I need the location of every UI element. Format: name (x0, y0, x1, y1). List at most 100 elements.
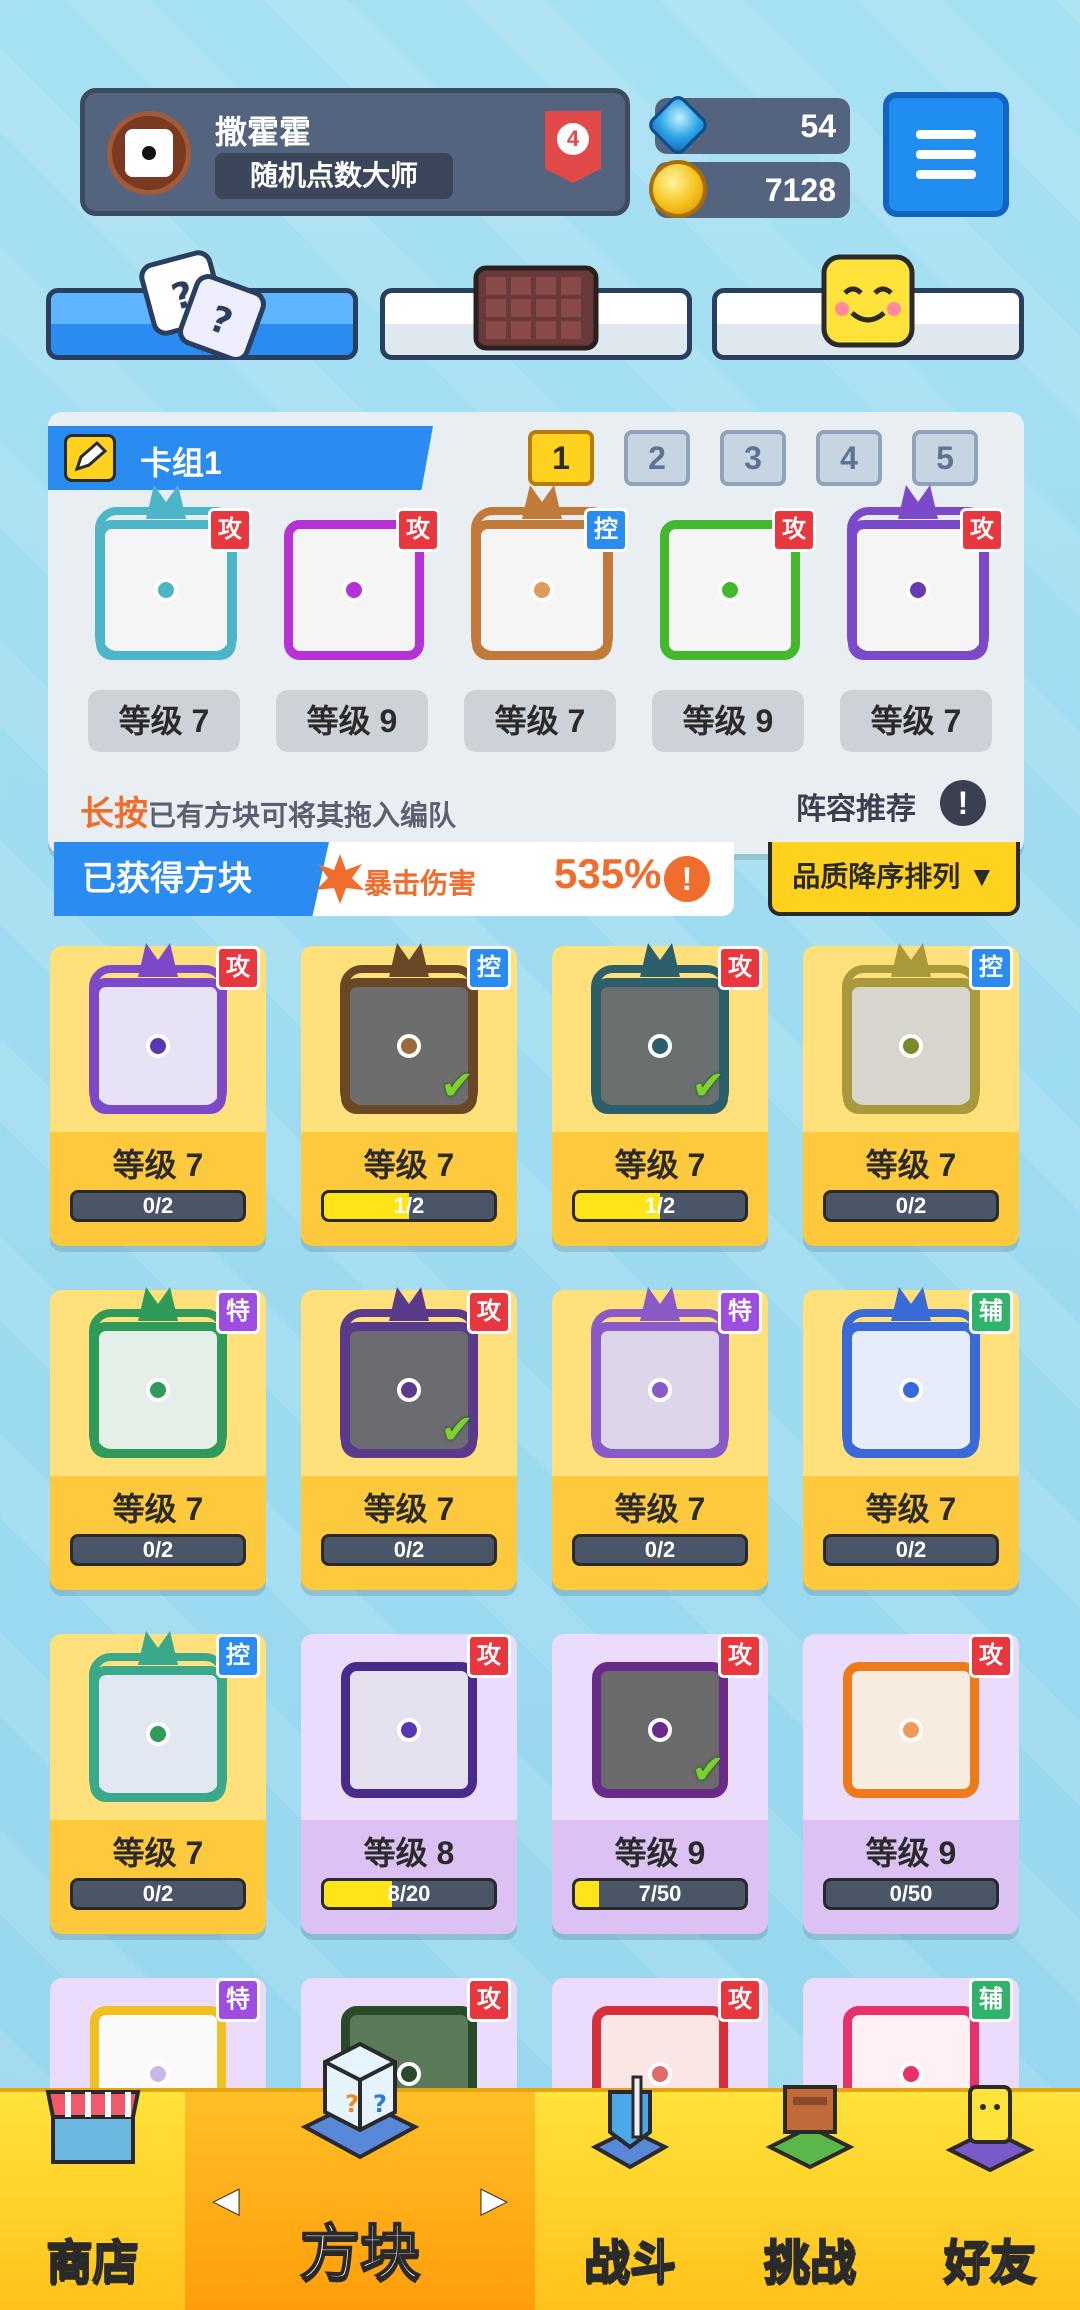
block-card[interactable]: 攻等级 7 0/2 (50, 943, 266, 1246)
coin-count: 7128 (764, 172, 836, 208)
card-level: 等级 7 (363, 1491, 455, 1527)
card-level: 等级 8 (363, 1835, 455, 1871)
dice-avatar-icon (125, 129, 173, 177)
deck-card[interactable]: 攻 (80, 412, 252, 672)
card-progress-text: 7/50 (638, 1881, 682, 1906)
card-progress-text: 0/2 (142, 1881, 174, 1906)
block-card[interactable]: 控等级 7 0/2 (50, 1631, 266, 1934)
card-progress-bar: 0/2 (823, 1534, 999, 1566)
nav-friends[interactable]: 好友 (900, 2085, 1080, 2310)
nav-challenge-label: 挑战 (763, 2235, 857, 2289)
recommend-info-icon[interactable]: ! (940, 780, 986, 826)
gem-counter[interactable]: 54 (645, 92, 850, 158)
dice-core-dot (397, 1034, 421, 1058)
card-level: 等级 9 (865, 1835, 957, 1871)
avatar[interactable] (107, 111, 191, 195)
player-title: 随机点数大师 (215, 153, 453, 199)
block-card[interactable]: 攻等级 9 0/50 (803, 1634, 1019, 1934)
sort-dropdown[interactable]: 品质降序排列 ▼ (768, 842, 1020, 916)
type-badge: 特 (216, 1978, 260, 2022)
bottom-nav: 商店 ?? ◀ ▶ 方块 战斗 挑战 好友 (0, 2041, 1080, 2310)
block-card[interactable]: 特等级 7 0/2 (50, 1287, 266, 1590)
card-progress-bar: 0/2 (823, 1190, 999, 1222)
deck-card-level: 等级 7 (464, 690, 616, 752)
card-progress-text: 0/2 (142, 1193, 174, 1218)
acquired-label: 已获得方块 (54, 842, 329, 916)
card-progress-bar: 1/2 (321, 1190, 497, 1222)
dice-core-dot (530, 578, 554, 602)
drag-hint: 长按已有方块可将其拖入编队 (80, 786, 456, 835)
block-card[interactable]: 控等级 7 0/2 (803, 943, 1019, 1246)
gem-count: 54 (800, 108, 836, 144)
deck-card[interactable]: 攻 (644, 412, 816, 672)
card-level: 等级 7 (614, 1491, 706, 1527)
profile-card[interactable]: 撒霍霍 随机点数大师 4 (80, 88, 630, 216)
svg-text:?: ? (373, 2090, 387, 2118)
card-level: 等级 7 (614, 1147, 706, 1183)
type-badge: 攻 (396, 508, 440, 552)
nav-battle[interactable]: 战斗 (540, 2075, 720, 2310)
challenge-signboard-icon (765, 2085, 855, 2170)
deck-card-level: 等级 7 (88, 690, 240, 752)
type-badge: 控 (584, 508, 628, 552)
coin-counter[interactable]: 7128 (649, 160, 850, 218)
dice-core-dot (899, 1034, 923, 1058)
type-badge: 控 (216, 1634, 260, 1678)
card-level: 等级 7 (112, 1835, 204, 1871)
rank-number: 4 (557, 123, 589, 155)
dice-face-icon (842, 1287, 980, 1458)
tab-dice[interactable]: ? ? (46, 250, 358, 360)
type-badge: 攻 (772, 508, 816, 552)
dice-core-dot (906, 578, 930, 602)
dice-core-dot (718, 578, 742, 602)
block-card[interactable]: ✔ 攻等级 7 0/2 (301, 1287, 517, 1590)
card-progress-bar: 1/2 (572, 1190, 748, 1222)
card-level: 等级 7 (865, 1491, 957, 1527)
deck-card[interactable]: 攻 (268, 412, 440, 672)
dice-core-dot (154, 578, 178, 602)
hint-text: 已有方块可将其拖入编队 (148, 800, 457, 831)
card-level: 等级 7 (865, 1147, 957, 1183)
dice-core-dot (899, 1718, 923, 1742)
dice-core-dot (397, 1718, 421, 1742)
nav-next-arrow[interactable]: ▶ (480, 2180, 507, 2220)
nav-prev-arrow[interactable]: ◀ (212, 2180, 239, 2220)
dice-face-icon (89, 1631, 227, 1802)
nav-challenge[interactable]: 挑战 (720, 2085, 900, 2310)
card-progress-text: 0/2 (393, 1537, 425, 1562)
nav-friends-label: 好友 (943, 2235, 1037, 2289)
chocolate-board-icon (473, 265, 599, 351)
crit-damage-label: 暴击伤害 (364, 868, 477, 899)
dice-face-icon (341, 1662, 477, 1798)
hint-emphasis: 长按 (80, 795, 148, 833)
dice-face-icon: ✔ (592, 1662, 728, 1798)
type-badge: 攻 (467, 1634, 511, 1678)
in-deck-check-icon: ✔ (440, 1064, 474, 1108)
menu-button[interactable] (883, 92, 1009, 217)
deck-card[interactable]: 控 (456, 412, 628, 672)
dice-icon: ? ? (139, 250, 266, 358)
block-card[interactable]: 特等级 7 0/2 (552, 1287, 768, 1590)
type-badge: 攻 (960, 508, 1004, 552)
nav-shop[interactable]: 商店 (0, 2090, 185, 2310)
dice-core-dot (146, 1378, 170, 1402)
player-name: 撒霍霍 (215, 114, 312, 150)
block-card[interactable]: ✔ 攻等级 7 1/2 (552, 943, 768, 1246)
lineup-recommend-link[interactable]: 阵容推荐 (796, 784, 916, 828)
in-deck-check-icon: ✔ (440, 1408, 474, 1452)
card-progress-text: 0/2 (895, 1193, 927, 1218)
nav-block[interactable]: ?? ◀ ▶ 方块 (185, 2041, 535, 2310)
block-card[interactable]: 辅等级 7 0/2 (803, 1287, 1019, 1590)
type-badge: 辅 (969, 1978, 1013, 2022)
crit-info-icon[interactable]: ! (664, 856, 710, 902)
dice-face-icon (843, 1662, 979, 1798)
shop-icon (45, 2090, 140, 2164)
tab-board[interactable] (380, 265, 692, 360)
block-card[interactable]: ✔ 控等级 7 1/2 (301, 943, 517, 1246)
block-card[interactable]: ✔ 攻等级 9 7/50 (552, 1634, 768, 1934)
deck-card[interactable]: 攻 (832, 412, 1004, 672)
block-card[interactable]: 攻等级 8 8/20 (301, 1634, 517, 1934)
dice-core-dot (648, 1378, 672, 1402)
card-progress-text: 0/50 (889, 1881, 933, 1906)
tab-emote[interactable] (712, 254, 1024, 360)
